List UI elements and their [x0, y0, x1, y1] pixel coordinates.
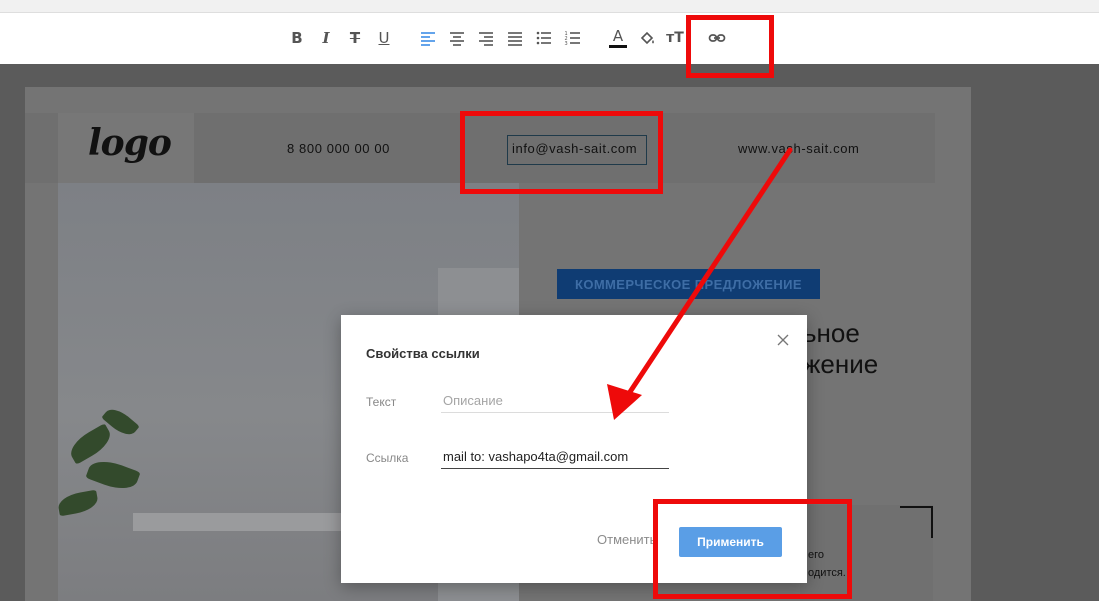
align-justify-button[interactable]	[503, 26, 527, 50]
align-left-icon	[421, 32, 435, 46]
underline-button[interactable]: U	[372, 26, 396, 50]
info-card-corner	[900, 506, 933, 538]
hero-title-line2[interactable]: жение	[803, 349, 878, 380]
text-input[interactable]	[441, 388, 669, 413]
header-email[interactable]: info@vash-sait.com	[512, 141, 637, 156]
bullet-list-icon	[536, 31, 551, 45]
bullet-list-button[interactable]	[532, 26, 556, 50]
info-card-line1: его	[808, 549, 825, 561]
bold-button[interactable]: B	[285, 26, 309, 50]
text-color-icon: A	[609, 26, 627, 48]
numbered-list-icon: 1 2 3	[565, 31, 580, 47]
link-input[interactable]	[441, 444, 669, 469]
insert-link-button[interactable]	[705, 26, 729, 50]
strikethrough-button[interactable]: T	[343, 26, 367, 50]
link-field-label: Ссылка	[366, 451, 409, 465]
text-color-glyph: A	[612, 26, 624, 45]
link-properties-dialog: Свойства ссылки Текст Ссылка Отменить Пр…	[341, 315, 807, 583]
text-field-label: Текст	[366, 395, 397, 409]
italic-icon: I	[322, 28, 330, 47]
apply-button[interactable]: Применить	[679, 527, 782, 557]
photo-plant-leaf	[65, 423, 116, 465]
align-center-icon	[450, 32, 464, 46]
strikethrough-icon: T	[349, 28, 361, 47]
header-website[interactable]: www.vash-sait.com	[738, 141, 859, 156]
close-icon	[777, 334, 789, 346]
photo-plant-leaf	[58, 489, 100, 517]
link-icon	[708, 34, 726, 42]
svg-text:3: 3	[565, 41, 568, 47]
align-right-button[interactable]	[474, 26, 498, 50]
bold-icon: B	[291, 28, 303, 47]
fill-color-button[interactable]	[635, 26, 659, 50]
header-phone[interactable]: 8 800 000 00 00	[287, 141, 390, 156]
align-left-button[interactable]	[416, 26, 440, 50]
numbered-list-button[interactable]: 1 2 3	[561, 26, 585, 50]
font-size-icon: тT	[666, 30, 684, 46]
formatting-toolbar: B I T U 1 2 3 A тT	[0, 13, 1099, 65]
info-card-line2: одится.	[808, 567, 846, 579]
dialog-close-button[interactable]	[773, 330, 793, 350]
offer-tag[interactable]: КОММЕРЧЕСКОЕ ПРЕДЛОЖЕНИЕ	[557, 269, 820, 299]
align-center-button[interactable]	[445, 26, 469, 50]
logo: logo	[88, 122, 172, 164]
dialog-title: Свойства ссылки	[366, 346, 480, 361]
font-size-button[interactable]: тT	[663, 26, 687, 50]
fill-color-icon	[640, 31, 654, 45]
text-color-swatch	[609, 44, 627, 48]
hero-title-line1[interactable]: ьное	[803, 318, 860, 349]
align-right-icon	[479, 32, 493, 46]
text-color-button[interactable]: A	[606, 26, 630, 50]
italic-button[interactable]: I	[314, 26, 338, 50]
underline-icon: U	[378, 28, 390, 47]
align-justify-icon	[508, 32, 522, 46]
photo-plant-leaf	[85, 455, 141, 495]
window-top-strip	[0, 0, 1099, 13]
cancel-button[interactable]: Отменить	[597, 532, 656, 547]
